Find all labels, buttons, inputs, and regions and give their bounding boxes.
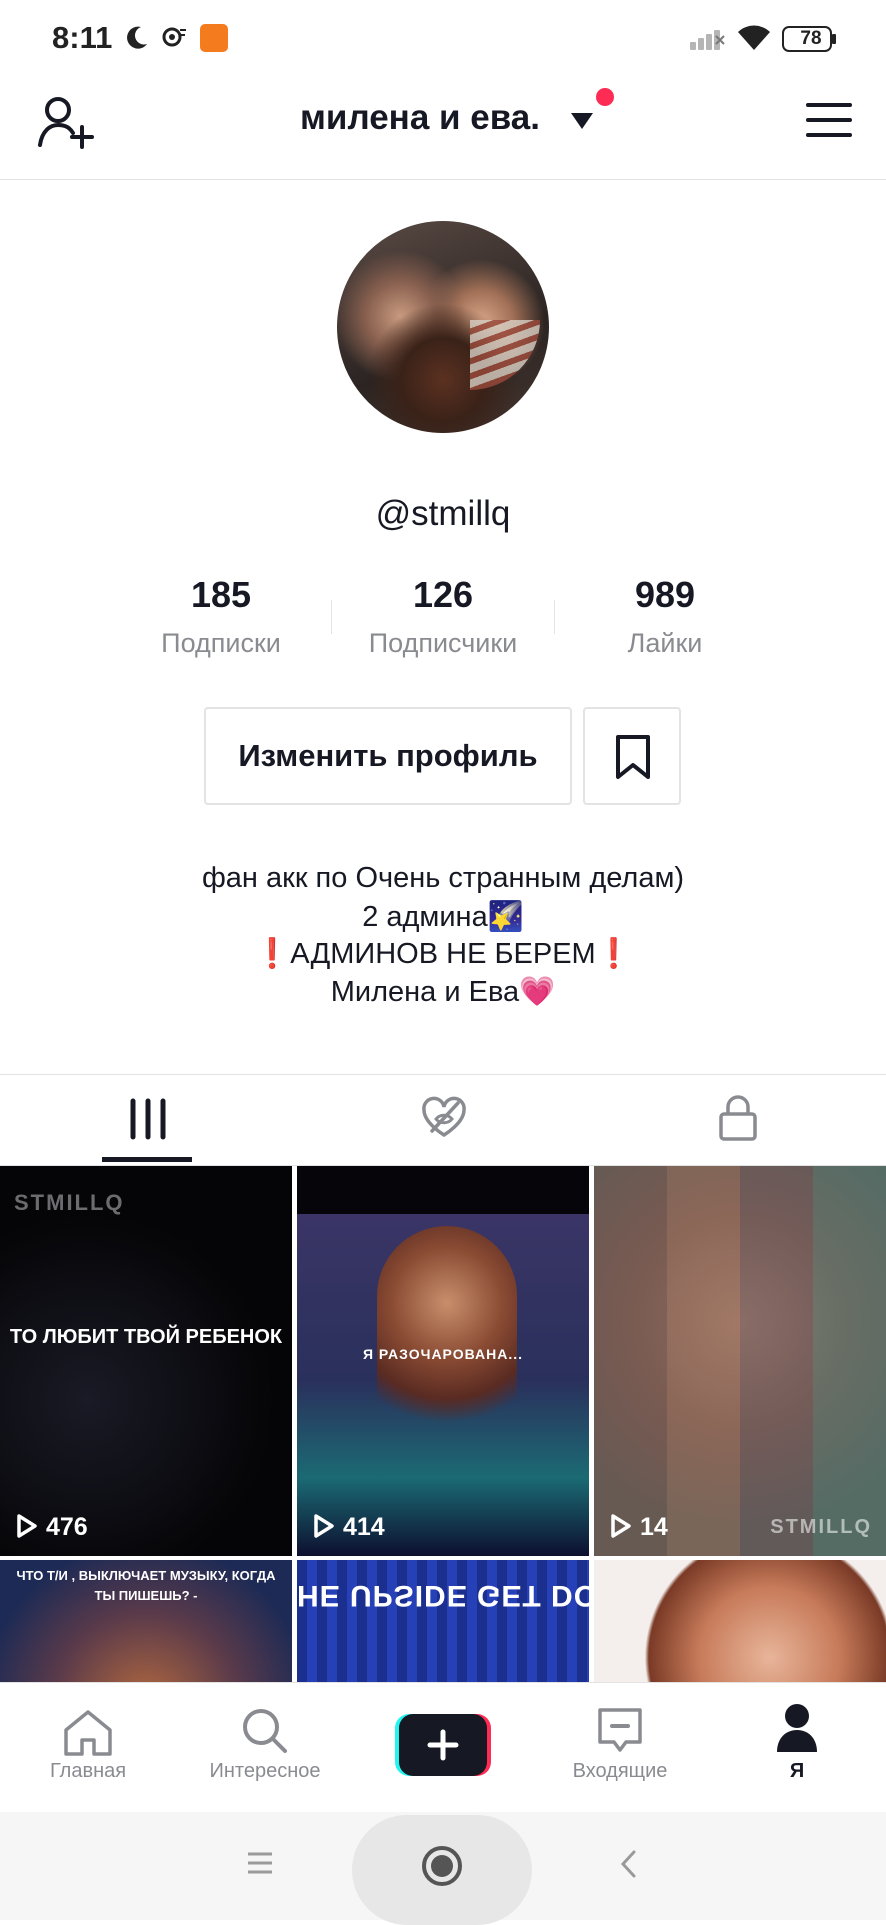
stat-divider bbox=[331, 600, 332, 634]
home-circle-icon[interactable] bbox=[421, 1845, 463, 1887]
cast-icon bbox=[162, 27, 186, 47]
views-count: 14 bbox=[640, 1513, 668, 1541]
signal-icon bbox=[690, 30, 725, 50]
edit-profile-button[interactable]: Изменить профиль bbox=[204, 707, 572, 805]
video-thumbnail[interactable]: ЧТО Т/И , ВЫКЛЮЧАЕТ МУЗЫКУ, КОГДА ТЫ ПИШ… bbox=[0, 1560, 292, 1682]
status-bar: 8:11 78 bbox=[0, 0, 886, 78]
following-label[interactable]: Подписки bbox=[111, 628, 331, 659]
battery-level: 78 bbox=[800, 28, 822, 49]
video-thumbnail[interactable]: STMILLQ ТО ЛЮБИТ ТВОЙ РЕБЕНОК 476 bbox=[0, 1166, 292, 1556]
nav-inbox-label[interactable]: Входящие bbox=[540, 1760, 700, 1783]
video-caption: ЧТО Т/И , ВЫКЛЮЧАЕТ МУЗЫКУ, КОГДА ТЫ ПИШ… bbox=[16, 1568, 276, 1603]
play-icon bbox=[314, 1514, 334, 1538]
nav-home-label[interactable]: Главная bbox=[8, 1760, 168, 1783]
account-switcher[interactable]: милена и ева. bbox=[0, 98, 886, 138]
moon-icon bbox=[127, 26, 147, 49]
bookmark-icon bbox=[616, 735, 650, 779]
video-caption: ТО ЛЮБИТ ТВОЙ РЕБЕНОК bbox=[9, 1326, 283, 1348]
search-icon[interactable] bbox=[240, 1706, 290, 1756]
video-caption: Я РАЗОЧАРОВАНА... bbox=[362, 1346, 524, 1362]
favorites-button[interactable] bbox=[583, 707, 681, 805]
video-thumbnail[interactable]: STMILLQ 14 bbox=[594, 1166, 886, 1556]
back-icon[interactable] bbox=[620, 1850, 638, 1878]
plus-icon bbox=[427, 1729, 459, 1761]
recent-apps-icon[interactable] bbox=[246, 1851, 274, 1875]
bio-line: Милена и Ева💗 bbox=[330, 976, 556, 1008]
active-tab-indicator bbox=[102, 1157, 192, 1162]
followers-label[interactable]: Подписчики bbox=[333, 628, 553, 659]
profile-icon[interactable] bbox=[775, 1702, 819, 1754]
menu-icon[interactable] bbox=[806, 101, 852, 139]
video-thumbnail[interactable]: HE UPSIDE GET DO bbox=[297, 1560, 589, 1682]
views-count: 414 bbox=[343, 1513, 385, 1541]
video-views: 476 bbox=[16, 1513, 88, 1542]
nav-profile-label[interactable]: Я bbox=[717, 1760, 877, 1783]
bio-line: ❗АДМИНОВ НЕ БЕРЕМ❗ bbox=[254, 938, 632, 970]
likes-label: Лайки bbox=[627, 628, 703, 658]
lock-icon[interactable] bbox=[718, 1094, 758, 1142]
bio-line: 2 админа🌠 bbox=[362, 901, 524, 933]
notification-dot bbox=[596, 88, 614, 106]
video-thumbnail[interactable] bbox=[594, 1560, 886, 1682]
status-time: 8:11 bbox=[52, 20, 113, 55]
inbox-icon[interactable] bbox=[596, 1706, 644, 1754]
home-icon bbox=[64, 1710, 112, 1756]
play-icon bbox=[611, 1514, 631, 1538]
video-thumbnail[interactable]: Я РАЗОЧАРОВАНА... 414 bbox=[297, 1166, 589, 1556]
caret-down-icon[interactable] bbox=[571, 113, 593, 129]
hidden-heart-icon[interactable] bbox=[420, 1095, 468, 1141]
nav-discover-label[interactable]: Интересное bbox=[185, 1760, 345, 1783]
views-count: 476 bbox=[46, 1513, 88, 1541]
video-views: 414 bbox=[313, 1513, 385, 1542]
wifi-icon bbox=[738, 25, 770, 50]
bio-line: фан акк по Очень странным делам) bbox=[201, 862, 685, 894]
followers-count[interactable]: 126 bbox=[343, 574, 543, 616]
username-handle: @stmillq bbox=[375, 494, 511, 533]
video-caption: HE UPSIDE GET DO bbox=[297, 1579, 589, 1612]
grid-icon[interactable] bbox=[128, 1097, 168, 1141]
create-button[interactable] bbox=[395, 1714, 491, 1776]
video-figure bbox=[377, 1226, 517, 1446]
account-name: милена и ева. bbox=[300, 98, 540, 137]
video-watermark: STMILLQ bbox=[770, 1516, 872, 1538]
video-views: 14 bbox=[610, 1513, 668, 1542]
likes-count: 989 bbox=[634, 574, 696, 615]
following-count[interactable]: 185 bbox=[121, 574, 321, 616]
play-icon bbox=[17, 1514, 37, 1538]
mi-app-icon bbox=[200, 24, 228, 52]
video-watermark: STMILLQ bbox=[14, 1190, 125, 1215]
